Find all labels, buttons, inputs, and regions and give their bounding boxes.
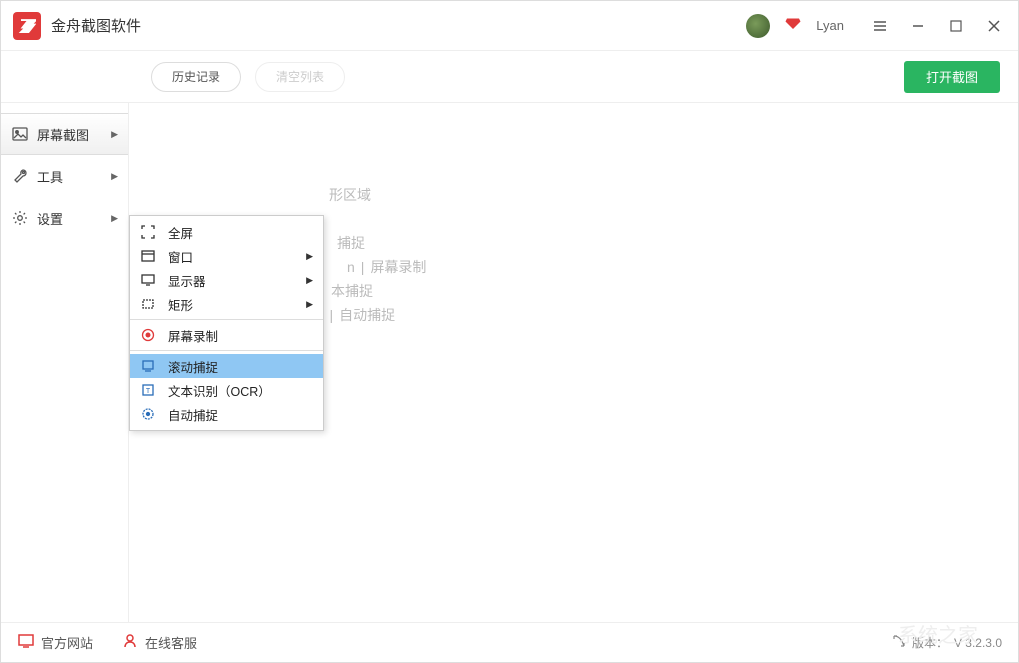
submenu-label: 自动捕捉 <box>168 405 218 424</box>
official-site-link[interactable]: 官方网站 <box>17 632 93 653</box>
submenu-label: 屏幕录制 <box>168 326 218 345</box>
submenu-label: 矩形 <box>168 295 193 314</box>
chevron-right-icon: ▶ <box>111 129 118 140</box>
submenu-item-window[interactable]: 窗口 ▶ <box>130 244 323 268</box>
chevron-right-icon: ▶ <box>111 171 118 182</box>
submenu-item-fullscreen[interactable]: 全屏 <box>130 220 323 244</box>
body: 屏幕截图 ▶ 工具 ▶ 设置 ▶ 形区域 捕捉 n | 屏幕录制 本捕捉 Shi… <box>1 103 1018 622</box>
shortcut-text: 本捕捉 <box>331 279 1018 303</box>
submenu-item-ocr[interactable]: T 文本识别（OCR） <box>130 378 323 402</box>
sidebar-item-label: 设置 <box>37 209 63 228</box>
chevron-right-icon: ▶ <box>306 275 313 286</box>
chevron-right-icon: ▶ <box>306 299 313 310</box>
app-title: 金舟截图软件 <box>51 15 746 36</box>
wrench-icon <box>11 167 29 185</box>
record-icon <box>140 327 156 343</box>
separator <box>130 319 323 320</box>
support-icon <box>121 632 139 653</box>
footer: 官方网站 在线客服 版本： V 3.2.3.0 系统之家 <box>1 622 1018 662</box>
sidebar-item-tools[interactable]: 工具 ▶ <box>1 155 128 197</box>
submenu-item-record[interactable]: 屏幕录制 <box>130 323 323 347</box>
auto-capture-icon <box>140 406 156 422</box>
chevron-right-icon: ▶ <box>111 213 118 224</box>
scroll-capture-icon <box>140 358 156 374</box>
fullscreen-icon <box>140 224 156 240</box>
history-button[interactable]: 历史记录 <box>151 62 241 92</box>
shortcut-text: 形区域 <box>329 183 1018 207</box>
chevron-right-icon: ▶ <box>306 251 313 262</box>
svg-text:T: T <box>146 388 151 395</box>
vip-diamond-icon[interactable] <box>784 14 802 37</box>
shortcut-text: n <box>347 255 355 279</box>
footer-label: 在线客服 <box>145 633 197 652</box>
site-icon <box>17 632 35 653</box>
username[interactable]: Lyan <box>816 18 844 33</box>
sidebar-item-screenshot[interactable]: 屏幕截图 ▶ <box>1 113 128 155</box>
shortcut-text: 屏幕录制 <box>370 255 426 279</box>
monitor-icon <box>140 272 156 288</box>
shortcut-sep: | <box>361 255 365 279</box>
ocr-icon: T <box>140 382 156 398</box>
submenu-label: 窗口 <box>168 247 193 266</box>
update-icon <box>892 634 906 651</box>
sidebar-item-label: 屏幕截图 <box>37 125 89 144</box>
gear-icon <box>11 209 29 227</box>
support-link[interactable]: 在线客服 <box>121 632 197 653</box>
clear-list-button[interactable]: 清空列表 <box>255 62 345 92</box>
submenu-item-rectangle[interactable]: 矩形 ▶ <box>130 292 323 316</box>
submenu-item-scroll-capture[interactable]: 滚动捕捉 <box>130 354 323 378</box>
minimize-button[interactable] <box>906 14 930 38</box>
submenu-label: 滚动捕捉 <box>168 357 218 376</box>
submenu-label: 文本识别（OCR） <box>168 381 271 400</box>
image-icon <box>11 125 29 143</box>
submenu-item-monitor[interactable]: 显示器 ▶ <box>130 268 323 292</box>
app-logo <box>13 12 41 40</box>
version-info: 版本： V 3.2.3.0 <box>892 634 1002 651</box>
submenu-item-auto-capture[interactable]: 自动捕捉 <box>130 402 323 426</box>
shortcut-text: 捕捉 <box>337 231 1018 255</box>
toolbar: 历史记录 清空列表 打开截图 <box>1 51 1018 103</box>
shortcut-sep: | <box>330 303 334 327</box>
submenu-label: 全屏 <box>168 223 193 242</box>
sidebar-item-settings[interactable]: 设置 ▶ <box>1 197 128 239</box>
sidebar: 屏幕截图 ▶ 工具 ▶ 设置 ▶ <box>1 103 129 622</box>
screenshot-submenu: 全屏 窗口 ▶ 显示器 ▶ 矩形 ▶ 屏幕录制 滚动捕捉 T 文本识别 <box>129 215 324 431</box>
maximize-button[interactable] <box>944 14 968 38</box>
rectangle-icon <box>140 296 156 312</box>
open-screenshot-button[interactable]: 打开截图 <box>904 61 1000 93</box>
separator <box>130 350 323 351</box>
titlebar: 金舟截图软件 Lyan <box>1 1 1018 51</box>
menu-button[interactable] <box>868 14 892 38</box>
sidebar-item-label: 工具 <box>37 167 63 186</box>
close-button[interactable] <box>982 14 1006 38</box>
footer-label: 官方网站 <box>41 633 93 652</box>
window-icon <box>140 248 156 264</box>
shortcut-text: 自动捕捉 <box>339 303 395 327</box>
submenu-label: 显示器 <box>168 271 206 290</box>
avatar[interactable] <box>746 14 770 38</box>
